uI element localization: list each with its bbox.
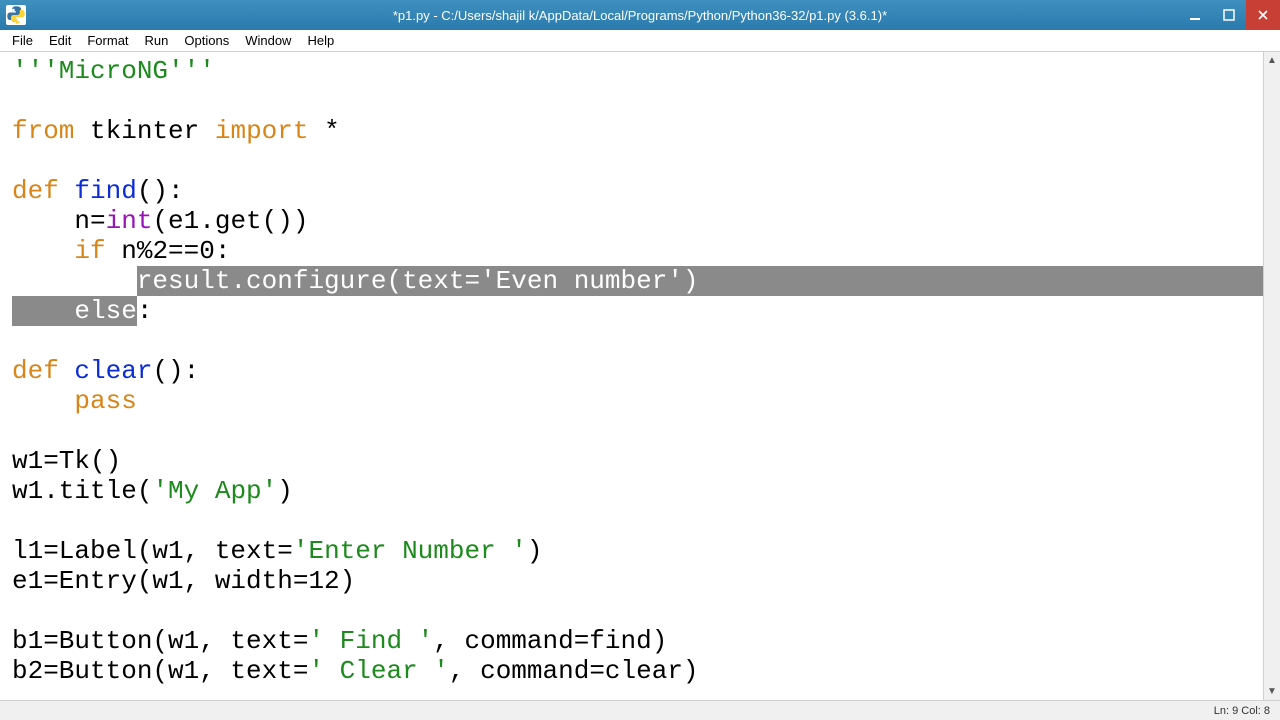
menu-edit[interactable]: Edit: [41, 31, 79, 50]
maximize-button[interactable]: [1212, 0, 1246, 30]
scroll-up-icon[interactable]: ▲: [1264, 52, 1280, 69]
code-token: n%2==0:: [106, 236, 231, 266]
app-icon: [6, 5, 26, 25]
code-token: ():: [152, 356, 199, 386]
menubar: File Edit Format Run Options Window Help: [0, 30, 1280, 52]
code-token: b1=Button(w1, text=: [12, 626, 308, 656]
code-token: ():: [137, 176, 184, 206]
editor-area: '''MicroNG''' from tkinter import * def …: [0, 52, 1280, 700]
code-line: e1=Entry(w1, width=12): [12, 566, 355, 596]
code-token: n=: [12, 206, 106, 236]
code-token: ' Find ': [308, 626, 433, 656]
close-button[interactable]: [1246, 0, 1280, 30]
vertical-scrollbar[interactable]: ▲ ▼: [1263, 52, 1280, 700]
code-token: find: [59, 176, 137, 206]
code-token: else: [74, 296, 136, 326]
menu-options[interactable]: Options: [176, 31, 237, 50]
code-token: [12, 236, 74, 266]
code-token: :: [137, 296, 153, 326]
cursor-position: Ln: 9 Col: 8: [1214, 705, 1270, 717]
scroll-down-icon[interactable]: ▼: [1264, 683, 1280, 700]
code-token: result.configure(text='Even number'): [137, 266, 699, 296]
titlebar: *p1.py - C:/Users/shajil k/AppData/Local…: [0, 0, 1280, 30]
code-token: 'My App': [152, 476, 277, 506]
code-token: int: [106, 206, 153, 236]
code-token: pass: [74, 386, 136, 416]
code-token: [12, 266, 137, 296]
menu-window[interactable]: Window: [237, 31, 299, 50]
menu-file[interactable]: File: [4, 31, 41, 50]
code-token: if: [74, 236, 105, 266]
code-token: ): [527, 536, 543, 566]
code-token: , command=find): [433, 626, 667, 656]
code-token: 'Enter Number ': [293, 536, 527, 566]
code-token: def: [12, 176, 59, 206]
code-token: from: [12, 116, 74, 146]
code-line: '''MicroNG''': [12, 56, 215, 86]
code-token: *: [308, 116, 339, 146]
code-editor[interactable]: '''MicroNG''' from tkinter import * def …: [0, 52, 1263, 700]
statusbar: Ln: 9 Col: 8: [0, 700, 1280, 720]
menu-run[interactable]: Run: [137, 31, 177, 50]
minimize-button[interactable]: [1178, 0, 1212, 30]
code-token: clear: [59, 356, 153, 386]
menu-help[interactable]: Help: [299, 31, 342, 50]
window-buttons: [1178, 0, 1280, 30]
code-token: ' Clear ': [308, 656, 448, 686]
window-title: *p1.py - C:/Users/shajil k/AppData/Local…: [393, 8, 887, 23]
code-token: [12, 386, 74, 416]
code-token: import: [215, 116, 309, 146]
code-token: b2=Button(w1, text=: [12, 656, 308, 686]
code-token: l1=Label(w1, text=: [12, 536, 293, 566]
code-token: ): [277, 476, 293, 506]
menu-format[interactable]: Format: [79, 31, 136, 50]
selection: result.configure(text='Even number') els…: [12, 266, 1263, 326]
code-token: def: [12, 356, 59, 386]
code-token: [12, 296, 74, 326]
code-token: w1.title(: [12, 476, 152, 506]
code-token: tkinter: [74, 116, 214, 146]
code-token: , command=clear): [449, 656, 699, 686]
code-token: (e1.get()): [152, 206, 308, 236]
code-line: w1=Tk(): [12, 446, 121, 476]
